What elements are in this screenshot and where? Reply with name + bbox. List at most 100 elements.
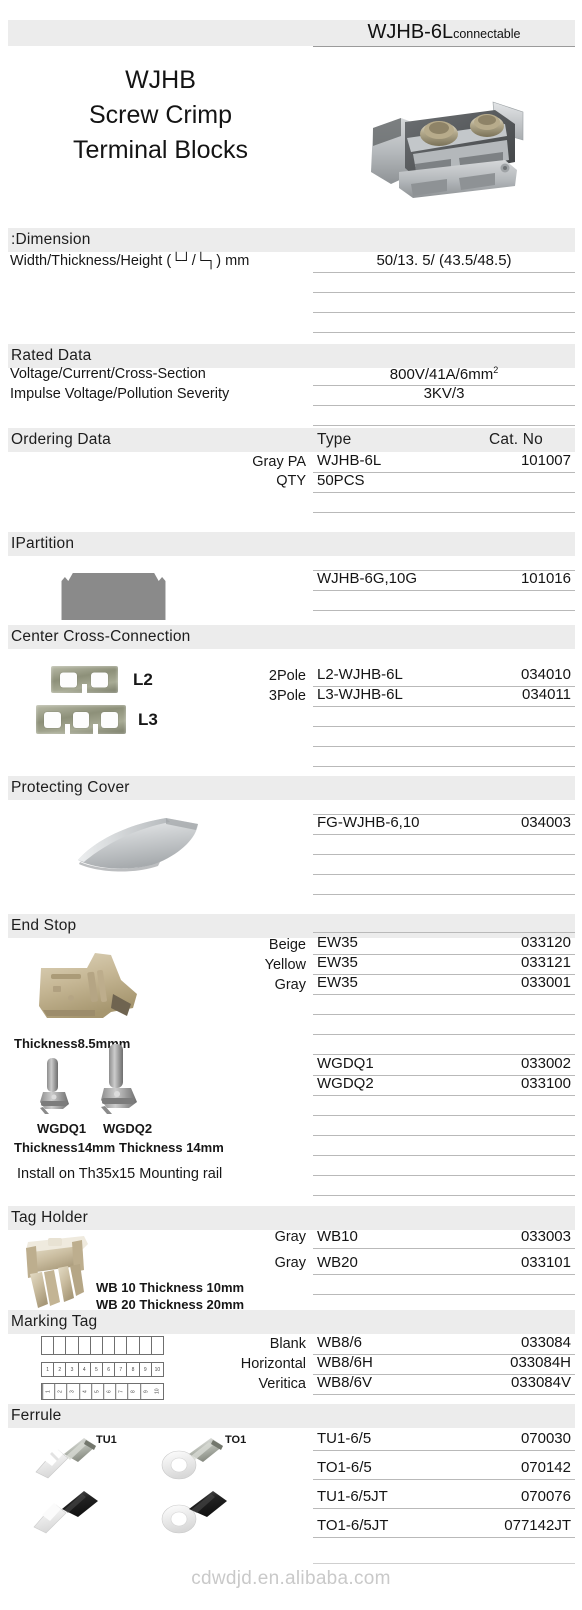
protecting-cover-blank-row-1	[313, 834, 575, 855]
marking-tag-cell	[127, 1337, 140, 1354]
page-title-line1: WJHB	[125, 66, 196, 94]
rated-blank-row-1	[313, 405, 575, 426]
ferrule-row-0-cat: 070030	[520, 1430, 571, 1447]
marking-tag-cell: 1	[42, 1363, 55, 1376]
marking-tag-row-1-cat: 033084H	[510, 1354, 571, 1371]
partition-row-1: WJHB-6G,10G 101016	[313, 570, 575, 591]
marking-tag-cell: 6	[103, 1384, 116, 1399]
l3-hole-2	[73, 711, 89, 728]
marking-tag-cell: 10	[154, 1366, 161, 1373]
marking-tag-cell: 3	[66, 1384, 79, 1399]
end-stop-blank-row-1	[313, 994, 575, 1015]
end-stop-section-title: End Stop	[11, 917, 77, 934]
marking-tag-row-2-cat: 033084V	[510, 1374, 571, 1391]
marking-tag-row-0-type: WB8/6	[317, 1334, 363, 1351]
cross-connection-row-0: L2-WJHB-6L 034010	[313, 666, 575, 687]
end-stop-blank-row-3	[313, 1034, 575, 1055]
marking-tag-row-0: WB8/6 033084	[313, 1334, 575, 1355]
marking-tag-strip-vertical: 1 2 3 4 5 6 7 8 9 10	[41, 1383, 164, 1400]
marking-tag-cell	[140, 1337, 152, 1354]
end-stop-row-0-label: Beige	[268, 937, 306, 953]
tag-holder-blank-row-1	[313, 1274, 575, 1295]
wgdq2-clip-photo	[95, 1040, 145, 1114]
marking-tag-cell: 3	[66, 1363, 79, 1376]
ordering-row-1: 50PCS	[313, 472, 575, 493]
l3-hole-3	[101, 711, 118, 728]
ferrule-right-band	[313, 1404, 575, 1428]
end-stop-row-0-type: EW35	[317, 934, 358, 951]
ferrule-tu1-photo	[30, 1432, 105, 1480]
cross-connection-right-band	[313, 625, 575, 649]
wgdq-row-1-cat: 033100	[520, 1075, 571, 1092]
ordering-row-0-type: WJHB-6L	[317, 452, 382, 469]
marking-tag-cell	[91, 1337, 104, 1354]
wgdq1-label: WGDQ1	[37, 1121, 87, 1136]
wgdq-blank-row-5	[313, 1175, 575, 1196]
cross-connection-l3-label: L3	[138, 710, 158, 729]
protecting-cover-photo	[70, 812, 215, 874]
marking-tag-cell	[103, 1337, 116, 1354]
ferrule-row-3: TO1-6/5JT 077142JT	[313, 1517, 575, 1538]
end-stop-row-1-type: EW35	[317, 954, 358, 971]
ferrule-row-3-cat: 077142JT	[504, 1517, 571, 1534]
marking-tag-row-0-label: Blank	[269, 1336, 306, 1352]
ferrule-to1-photo	[157, 1432, 232, 1480]
marking-tag-row-2-type: WB8/6V	[317, 1374, 373, 1391]
marking-tag-row-1-type: WB8/6H	[317, 1354, 373, 1371]
marking-tag-row-2: WB8/6V 033084V	[313, 1374, 575, 1395]
rated-voltage-value-text: 800V/41A/6mm	[389, 366, 494, 383]
ferrule-row-2-cat: 070076	[520, 1488, 571, 1505]
cross-connection-row-1-type: L3-WJHB-6L	[317, 686, 403, 703]
marking-tag-cell: 5	[90, 1384, 104, 1399]
protecting-cover-row-0: FG-WJHB-6,10 034003	[313, 814, 575, 835]
tag-holder-row-0-type: WB10	[317, 1228, 358, 1245]
dimension-blank-row-1	[313, 272, 575, 293]
product-code: WJHB-6L	[367, 21, 454, 43]
wgdq2-label: WGDQ2	[103, 1121, 153, 1136]
partition-plate	[61, 573, 166, 620]
end-stop-row-0-cat: 033120	[520, 934, 571, 951]
protecting-cover-section-title: Protecting Cover	[11, 779, 130, 796]
cross-connection-section-title: Center Cross-Connection	[11, 628, 191, 645]
wgdq-row-0: WGDQ1 033002	[313, 1055, 575, 1076]
marking-tag-cell: 7	[115, 1363, 128, 1376]
rated-voltage-value: 800V/41A/6mm2	[313, 365, 575, 383]
ferrule-to1-label: TO1	[225, 1434, 247, 1446]
product-datasheet-page: WJHB-6Lconnectable WJHB Screw Crimp Term…	[0, 0, 582, 1610]
marking-tag-strip-blank	[41, 1336, 164, 1355]
end-stop-row-1-label: Yellow	[264, 957, 306, 973]
tag-holder-row-0: WB10 033003	[313, 1228, 575, 1249]
dimension-blank-row-2	[313, 292, 575, 313]
marking-tag-cell: 1	[42, 1384, 55, 1399]
ordering-blank-row-2	[313, 512, 575, 533]
header-left-band	[8, 20, 313, 46]
marking-tag-cell: 5	[91, 1363, 104, 1376]
ferrule-to1jt-photo	[155, 1485, 233, 1535]
tag-holder-row-1: WB20 033101	[313, 1254, 575, 1275]
l2-hole-2	[91, 672, 108, 687]
marking-tag-cell: 2	[54, 1384, 67, 1399]
marking-tag-row-2-label: Veritica	[258, 1376, 306, 1392]
end-stop-row-2: EW35 033001	[313, 974, 575, 995]
end-stop-row-0: EW35 033120	[313, 934, 575, 955]
l3-hole-1	[44, 711, 61, 728]
marking-tag-section-title: Marking Tag	[11, 1313, 98, 1330]
wgdq-row-0-type: WGDQ1	[317, 1055, 374, 1072]
marking-tag-cell: 6	[103, 1363, 116, 1376]
l2-hole-1	[60, 672, 77, 687]
ordering-row-0-cat: 101007	[520, 452, 571, 469]
marking-tag-cell	[152, 1337, 163, 1354]
protecting-cover-blank-row-2	[313, 854, 575, 875]
footer-watermark: cdwdjd.en.alibaba.com	[191, 1568, 391, 1589]
partition-row-1-type: WJHB-6G,10G	[317, 570, 418, 587]
impulse-voltage-value: 3KV/3	[423, 385, 465, 402]
cross-connection-row-0-label: 2Pole	[268, 668, 306, 684]
ferrule-tu1-label: TU1	[96, 1434, 117, 1446]
wgdq-row-0-cat: 033002	[520, 1055, 571, 1072]
ferrule-row-0-type: TU1-6/5	[317, 1430, 372, 1447]
tag-holder-row-0-label: Gray	[274, 1229, 306, 1245]
wgdq-blank-row-3	[313, 1135, 575, 1156]
ferrule-row-2-type: TU1-6/5JT	[317, 1488, 388, 1505]
ferrule-row-2: TU1-6/5JT 070076	[313, 1488, 575, 1509]
end-stop-blank-row-2	[313, 1014, 575, 1035]
